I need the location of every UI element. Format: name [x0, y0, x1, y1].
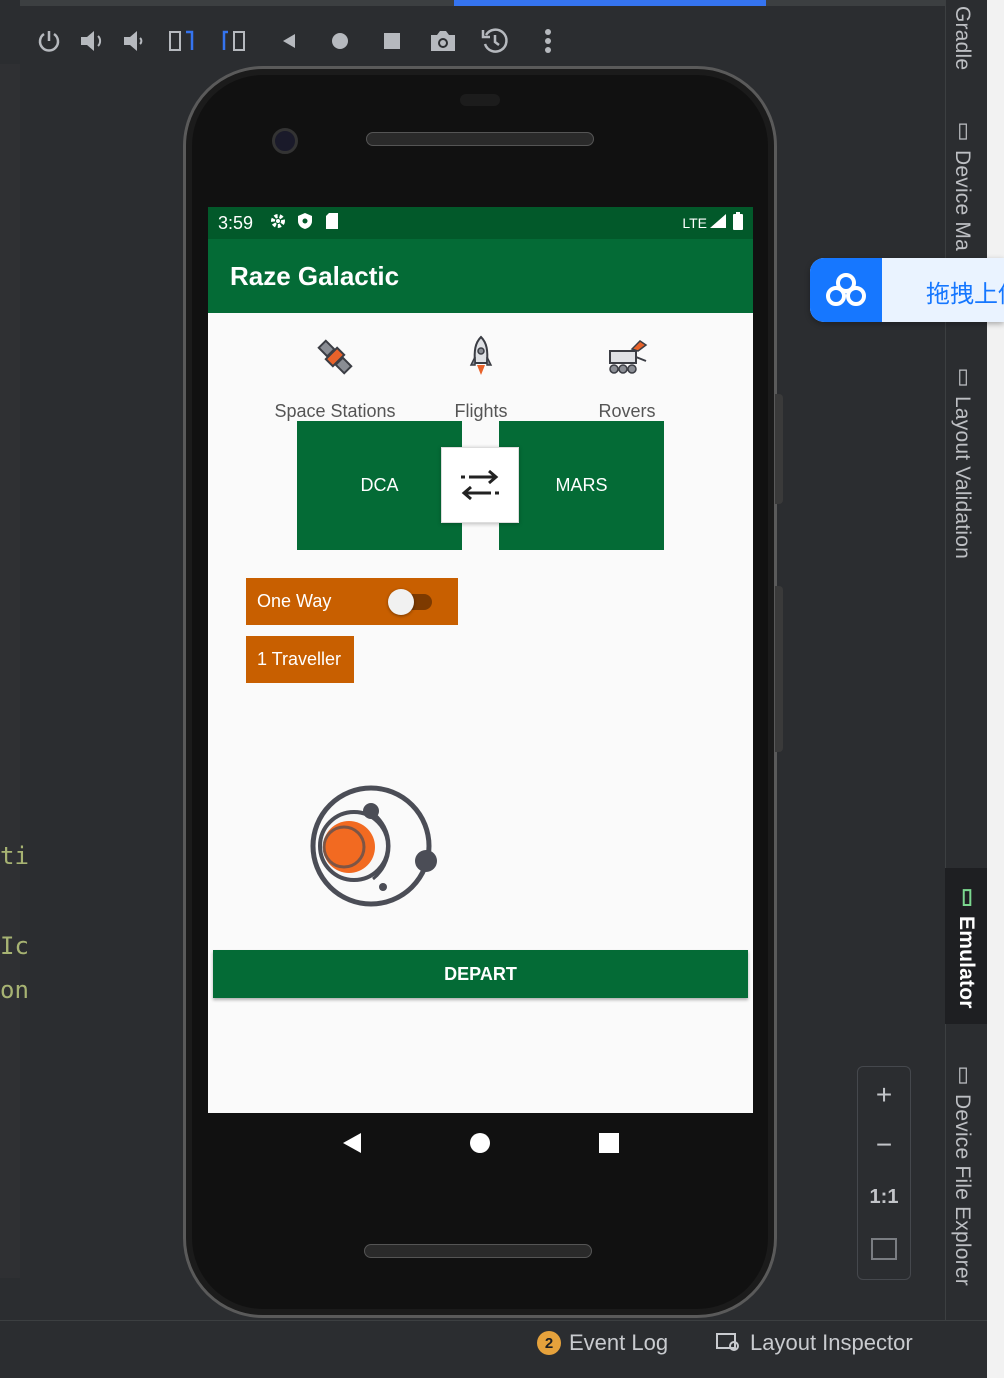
nav-back-icon[interactable]: [342, 1132, 362, 1159]
layout-validation-label: Layout Validation: [951, 396, 974, 560]
layout-validation-icon: ▯: [951, 364, 974, 389]
cloud-upload-widget[interactable]: 拖拽上传: [810, 258, 1004, 322]
layout-inspector-button[interactable]: Layout Inspector: [716, 1330, 913, 1356]
swap-locations-button[interactable]: [441, 447, 519, 523]
status-time: 3:59: [218, 212, 254, 233]
category-flights[interactable]: Flights: [408, 313, 554, 422]
volume-down-icon[interactable]: [120, 26, 150, 56]
travellers-label: 1 Traveller: [257, 649, 342, 669]
emulator-icon: ▯: [955, 884, 978, 909]
layout-inspector-label: Layout Inspector: [750, 1330, 913, 1355]
battery-icon: [733, 211, 743, 235]
destination-button[interactable]: MARS: [499, 421, 664, 550]
device-file-explorer-tool-button[interactable]: ▯ Device File Explorer: [950, 1062, 974, 1286]
camera-icon[interactable]: [428, 26, 458, 56]
zoom-in-button[interactable]: +: [858, 1075, 910, 1115]
cloud-upload-label: 拖拽上传: [926, 281, 1004, 308]
one-way-toggle[interactable]: [388, 589, 432, 615]
emulator-toolbar: [20, 0, 945, 64]
layout-inspector-icon: [716, 1333, 739, 1351]
toggle-knob: [388, 589, 414, 615]
nav-overview-icon[interactable]: [599, 1132, 620, 1158]
progress-indicator: [454, 0, 766, 6]
proximity-sensor: [460, 94, 500, 106]
back-icon[interactable]: [274, 26, 304, 56]
system-status-bar: 3:59 LTE: [208, 207, 753, 239]
sd-card-icon: [325, 212, 339, 235]
editor-area: [0, 64, 20, 1278]
gradle-tool-button[interactable]: Gradle: [950, 6, 974, 70]
code-fragment: ti: [0, 842, 29, 870]
overview-icon[interactable]: [377, 26, 407, 56]
one-way-switch-row[interactable]: One Way: [246, 578, 458, 625]
cloud-icon: [810, 258, 882, 322]
one-way-label: One Way: [257, 591, 332, 611]
origin-button[interactable]: DCA: [297, 421, 462, 550]
event-log-badge: 2: [537, 1331, 561, 1355]
event-log-button[interactable]: 2 Event Log: [537, 1330, 668, 1356]
code-fragment: Ic: [0, 932, 29, 960]
device-manager-label: Device Ma: [951, 150, 974, 252]
fit-screen-icon: [871, 1238, 897, 1260]
signal-icon: [709, 213, 727, 234]
nav-home-icon[interactable]: [469, 1132, 491, 1159]
device-file-explorer-label: Device File Explorer: [951, 1094, 974, 1287]
android-studio-window: ti Ic on Gradle ▯ Device Ma ▯ Layout Val…: [0, 0, 1004, 1378]
planet-orbit-icon: [309, 783, 439, 914]
window-scrollbar[interactable]: [987, 0, 1004, 1378]
code-fragment: on: [0, 976, 29, 1004]
earpiece-speaker: [366, 132, 594, 146]
shield-icon: [297, 212, 313, 235]
settings-icon: [269, 212, 287, 235]
emulator-tool-button[interactable]: ▯ Emulator: [945, 868, 987, 1024]
network-type: LTE: [682, 215, 707, 231]
layout-validation-tool-button[interactable]: ▯ Layout Validation: [950, 364, 974, 559]
device-manager-tool-button[interactable]: ▯ Device Ma: [950, 118, 974, 251]
event-log-label: Event Log: [569, 1330, 669, 1355]
rotate-right-icon[interactable]: [220, 26, 250, 56]
volume-up-icon[interactable]: [78, 26, 108, 56]
device-navigation-bar: [208, 1113, 753, 1177]
bottom-speaker: [364, 1244, 592, 1258]
rover-icon: [554, 327, 700, 387]
device-file-explorer-icon: ▯: [951, 1062, 974, 1087]
category-rovers[interactable]: Rovers: [554, 313, 700, 422]
category-label: Rovers: [598, 401, 656, 421]
rotate-left-icon[interactable]: [168, 26, 198, 56]
category-label: Flights: [454, 401, 508, 421]
device-manager-icon: ▯: [951, 118, 974, 143]
zoom-fit-button[interactable]: [858, 1229, 910, 1269]
rocket-icon: [408, 327, 554, 387]
swap-arrows-icon: [461, 469, 499, 501]
gradle-label: Gradle: [951, 6, 974, 71]
power-icon[interactable]: [34, 26, 64, 56]
satellite-icon: [262, 327, 408, 387]
category-label: Space Stations: [274, 401, 396, 421]
zoom-actual-size-button[interactable]: 1:1: [858, 1177, 910, 1217]
zoom-out-button[interactable]: −: [858, 1125, 910, 1165]
device-screen: 3:59 LTE Raze Galactic Space Stations Fl…: [208, 207, 753, 1113]
power-button[interactable]: [775, 586, 783, 752]
more-options-icon[interactable]: [533, 26, 563, 56]
category-space-stations[interactable]: Space Stations: [262, 313, 408, 422]
front-camera: [272, 128, 298, 154]
depart-button[interactable]: DEPART: [213, 950, 748, 998]
snapshot-icon[interactable]: [480, 26, 510, 56]
app-title: Raze Galactic: [230, 261, 400, 291]
app-toolbar: Raze Galactic: [208, 239, 753, 313]
emulator-label: Emulator: [955, 916, 978, 1009]
home-icon[interactable]: [325, 26, 355, 56]
zoom-controls: + − 1:1: [857, 1066, 911, 1280]
volume-rocker[interactable]: [775, 394, 783, 504]
travellers-button[interactable]: 1 Traveller: [246, 636, 354, 683]
